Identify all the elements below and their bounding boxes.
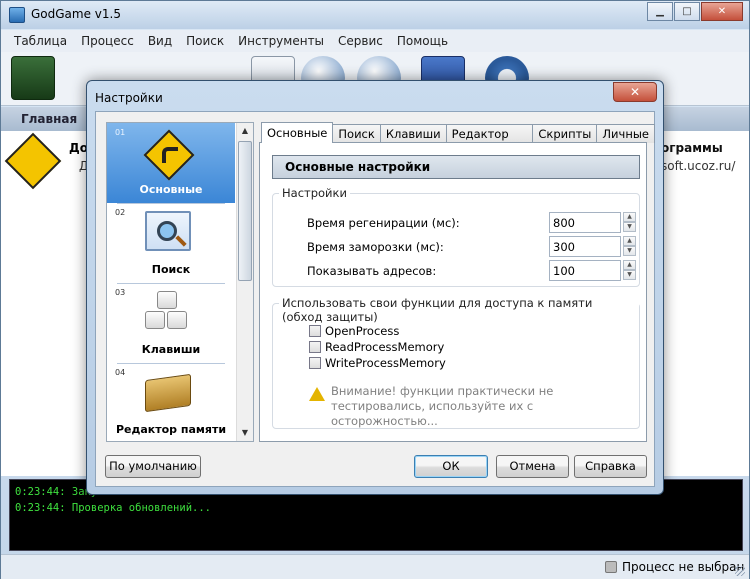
road-sign-icon xyxy=(4,132,62,190)
menu-bar: Таблица Процесс Вид Поиск Инструменты Се… xyxy=(1,30,749,52)
category-item-search[interactable]: 02 Поиск xyxy=(107,203,235,283)
category-label: Клавиши xyxy=(141,343,201,356)
dialog-title: Настройки xyxy=(95,91,163,105)
openprocess-label: OpenProcess xyxy=(325,324,400,338)
settings-tabs: Основные Поиск Клавиши Редактор памяти С… xyxy=(261,122,655,155)
tab-panel-basic: Основные настройки Настройки Время реген… xyxy=(259,142,647,442)
status-text: Процесс не выбран xyxy=(622,560,745,574)
freeze-time-field[interactable] xyxy=(549,236,621,257)
category-label: Основные xyxy=(139,183,203,196)
warning-icon xyxy=(309,387,325,401)
scroll-thumb[interactable] xyxy=(238,141,252,281)
spin-down-icon[interactable]: ▼ xyxy=(623,222,636,232)
regen-time-stepper[interactable]: ▲ ▼ xyxy=(623,212,636,233)
category-list: 01 Основные 02 Поиск 03 Клавиши 04 Редак… xyxy=(106,122,254,442)
category-scrollbar[interactable]: ▲ ▼ xyxy=(236,123,253,441)
panel-header-text: Основные настройки xyxy=(285,160,431,174)
spin-up-icon[interactable]: ▲ xyxy=(623,260,636,270)
freeze-time-stepper[interactable]: ▲ ▼ xyxy=(623,236,636,257)
ok-button[interactable]: ОК xyxy=(414,455,488,478)
addresses-label: Показывать адресов: xyxy=(307,264,437,278)
category-item-basic[interactable]: 01 Основные xyxy=(107,123,235,203)
tab-scripts[interactable]: Скрипты xyxy=(532,124,598,143)
category-item-keys[interactable]: 03 Клавиши xyxy=(107,283,235,363)
warning-text: Внимание! функции практически не тестиро… xyxy=(331,384,554,428)
tab-keys[interactable]: Клавиши xyxy=(379,124,447,143)
log-text: : Проверка обновлений... xyxy=(59,502,211,514)
status-bar: Процесс не выбран xyxy=(1,554,749,579)
tab-search[interactable]: Поиск xyxy=(332,124,381,143)
settings-group-title: Настройки xyxy=(279,186,350,200)
window-title: GodGame v1.5 xyxy=(31,7,121,21)
spin-down-icon[interactable]: ▼ xyxy=(623,246,636,256)
menu-view[interactable]: Вид xyxy=(141,30,179,52)
openprocess-checkbox[interactable] xyxy=(309,325,321,337)
scroll-up-icon[interactable]: ▲ xyxy=(237,123,253,139)
addresses-input[interactable] xyxy=(550,261,620,280)
dialog-client: 01 Основные 02 Поиск 03 Клавиши 04 Редак… xyxy=(95,111,655,487)
log-line: 0:23:44: Проверка обновлений... xyxy=(15,500,737,516)
regen-time-input[interactable] xyxy=(550,213,620,232)
maximize-button[interactable]: □ xyxy=(674,2,700,21)
readprocessmemory-checkbox-row[interactable]: ReadProcessMemory xyxy=(309,340,444,354)
menu-help[interactable]: Помощь xyxy=(390,30,455,52)
tab-basic[interactable]: Основные xyxy=(261,122,334,143)
title-bar[interactable]: GodGame v1.5 ▁ □ ✕ xyxy=(1,1,749,29)
writeprocessmemory-checkbox-row[interactable]: WriteProcessMemory xyxy=(309,356,446,370)
info-right-link[interactable]: soft.ucoz.ru/ xyxy=(661,159,735,173)
defaults-button[interactable]: По умолчанию xyxy=(105,455,201,478)
functions-group-title: Использовать свои функции для доступа к … xyxy=(279,296,639,324)
addresses-stepper[interactable]: ▲ ▼ xyxy=(623,260,636,281)
readprocessmemory-checkbox[interactable] xyxy=(309,341,321,353)
writeprocessmemory-label: WriteProcessMemory xyxy=(325,356,446,370)
freeze-time-label: Время заморозки (мс): xyxy=(307,240,444,254)
minimize-button[interactable]: ▁ xyxy=(647,2,673,21)
spin-down-icon[interactable]: ▼ xyxy=(623,270,636,280)
menu-search[interactable]: Поиск xyxy=(179,30,231,52)
search-icon xyxy=(145,211,191,251)
writeprocessmemory-checkbox[interactable] xyxy=(309,357,321,369)
category-number: 03 xyxy=(115,288,126,297)
close-button[interactable]: ✕ xyxy=(701,2,743,21)
tab-memory-editor[interactable]: Редактор памяти xyxy=(445,124,534,155)
scroll-down-icon[interactable]: ▼ xyxy=(237,425,253,441)
status-indicator-icon xyxy=(605,561,617,573)
regen-time-label: Время регенирации (мс): xyxy=(307,216,460,230)
dialog-close-button[interactable]: ✕ xyxy=(613,82,657,102)
keyboard-keys-icon xyxy=(143,291,195,335)
category-number: 01 xyxy=(115,128,126,137)
panel-header: Основные настройки xyxy=(272,155,640,179)
category-label: Поиск xyxy=(151,263,191,276)
app-icon xyxy=(9,7,25,23)
readprocessmemory-label: ReadProcessMemory xyxy=(325,340,445,354)
log-time: 0:23:44 xyxy=(15,486,60,498)
main-section-label: Главная xyxy=(21,112,78,126)
category-number: 04 xyxy=(115,368,126,377)
cancel-button[interactable]: Отмена xyxy=(496,455,569,478)
functions-group: Использовать свои функции для доступа к … xyxy=(272,296,640,429)
menu-table[interactable]: Таблица xyxy=(7,30,74,52)
log-time: 0:23:44 xyxy=(15,502,60,514)
spin-up-icon[interactable]: ▲ xyxy=(623,212,636,222)
info-right-title: ограммы xyxy=(661,141,723,155)
category-item-memory-editor[interactable]: 04 Редактор памяти xyxy=(107,363,235,441)
settings-dialog: Настройки ✕ 01 Основные 02 Поиск 03 Клав… xyxy=(86,80,664,495)
menu-service[interactable]: Сервис xyxy=(331,30,390,52)
freeze-time-input[interactable] xyxy=(550,237,620,256)
turn-arrow-icon xyxy=(162,147,178,163)
menu-process[interactable]: Процесс xyxy=(74,30,141,52)
openprocess-checkbox-row[interactable]: OpenProcess xyxy=(309,324,399,338)
tab-personal[interactable]: Личные xyxy=(596,124,655,143)
resize-grip-icon[interactable] xyxy=(735,566,745,576)
help-button[interactable]: Справка xyxy=(574,455,647,478)
menu-tools[interactable]: Инструменты xyxy=(231,30,331,52)
addresses-field[interactable] xyxy=(549,260,621,281)
spin-up-icon[interactable]: ▲ xyxy=(623,236,636,246)
category-label: Редактор памяти xyxy=(115,423,227,436)
category-number: 02 xyxy=(115,208,126,217)
process-monitor-icon[interactable] xyxy=(11,56,55,100)
regen-time-field[interactable] xyxy=(549,212,621,233)
memory-chip-icon xyxy=(145,373,191,413)
settings-group: Настройки Время регенирации (мс): ▲▼ Вре… xyxy=(272,186,640,287)
